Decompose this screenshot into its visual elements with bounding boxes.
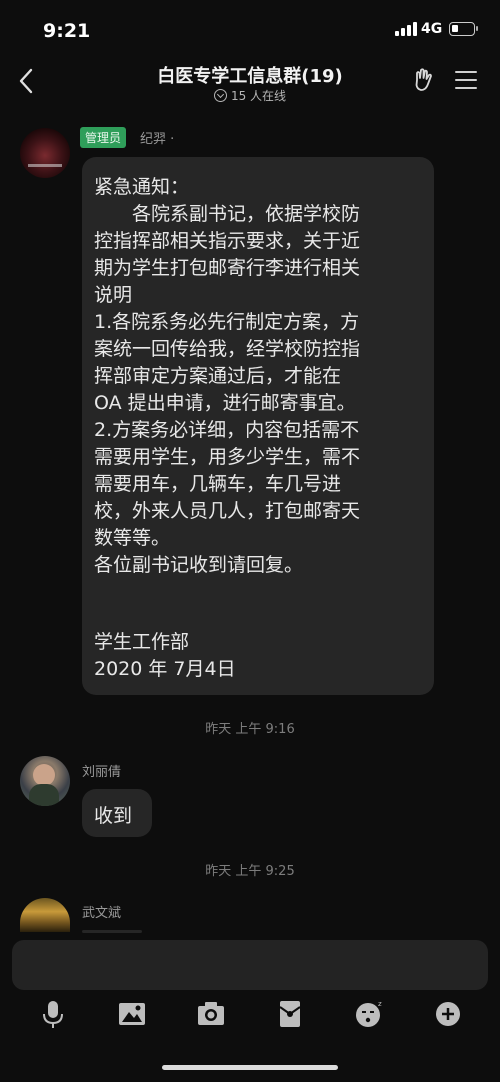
message-line: 控指挥部相关指示要求，关于近 [94, 230, 361, 252]
avatar[interactable] [20, 128, 70, 178]
hand-gesture-icon[interactable] [410, 66, 438, 94]
avatar[interactable] [20, 898, 70, 932]
svg-text:z: z [378, 1000, 382, 1008]
input-toolbar: z [0, 998, 500, 1038]
red-envelope-icon[interactable] [274, 998, 306, 1030]
battery-icon [449, 22, 478, 36]
status-bar: 9:21 4G [0, 0, 500, 60]
admin-badge: 管理员 [80, 127, 127, 148]
message-bubble[interactable] [82, 930, 142, 933]
message-line: OA 提出申请，进行邮寄事宜。 [94, 392, 356, 414]
message-line: 挥部审定方案通过后，才能在 [94, 365, 342, 387]
message-line: 紧急通知： [94, 176, 190, 198]
status-time: 9:21 [43, 20, 91, 42]
message-line: 数等等。 [94, 527, 171, 549]
camera-icon[interactable] [195, 998, 227, 1030]
message-line: 各院系副书记，依据学校防 [94, 203, 361, 225]
chevron-down-icon [213, 89, 227, 102]
network-type: 4G [421, 21, 443, 37]
message-line: 学生工作部 [94, 631, 190, 653]
message-line: 需要用学生，用多少学生，需不 [94, 446, 361, 468]
plus-icon[interactable] [432, 998, 464, 1030]
message-line: 各位副书记收到请回复。 [94, 554, 304, 576]
signal-icon [395, 22, 417, 36]
sender-name: 武文斌 [82, 906, 122, 921]
menu-icon[interactable] [455, 70, 477, 90]
message-line: 校，外来人员几人，打包邮寄天 [94, 500, 361, 522]
message-bubble[interactable]: 紧急通知： 各院系副书记，依据学校防 控指挥部相关指示要求，关于近 期为学生打包… [82, 157, 434, 695]
message-text: 收到 [94, 805, 133, 827]
message-line: 1.各院系务必先行制定方案，方 [94, 311, 360, 333]
sender-name: 刘丽倩 [82, 765, 122, 780]
sender-suffix: · [170, 132, 175, 147]
message-timestamp: 昨天 上午 9:16 [205, 722, 295, 737]
emoji-icon[interactable]: z [353, 998, 385, 1030]
message-line: 需要用车，几辆车，车几号进 [94, 473, 342, 495]
microphone-icon[interactable] [37, 998, 69, 1030]
message-line: 说明 [94, 284, 133, 306]
message-bubble[interactable]: 收到 [82, 789, 152, 837]
avatar[interactable] [20, 756, 70, 806]
message-input[interactable] [12, 940, 488, 990]
image-icon[interactable] [116, 998, 148, 1030]
message-line: 2020 年 7月4日 [94, 658, 236, 680]
sender-name: 纪羿 · [140, 128, 174, 147]
online-count-text: 15 人在线 [230, 89, 287, 103]
sender-name-text: 纪羿 [140, 132, 167, 147]
message-line: 2.方案务必详细，内容包括需不 [94, 419, 360, 441]
message-timestamp: 昨天 上午 9:25 [205, 864, 295, 879]
chat-header: 白医专学工信息群(19) 15 人在线 [0, 60, 500, 112]
message-line: 案统一回传给我，经学校防控指 [94, 338, 361, 360]
home-indicator[interactable] [162, 1065, 338, 1070]
message-line: 期为学生打包邮寄行李进行相关 [94, 257, 361, 279]
